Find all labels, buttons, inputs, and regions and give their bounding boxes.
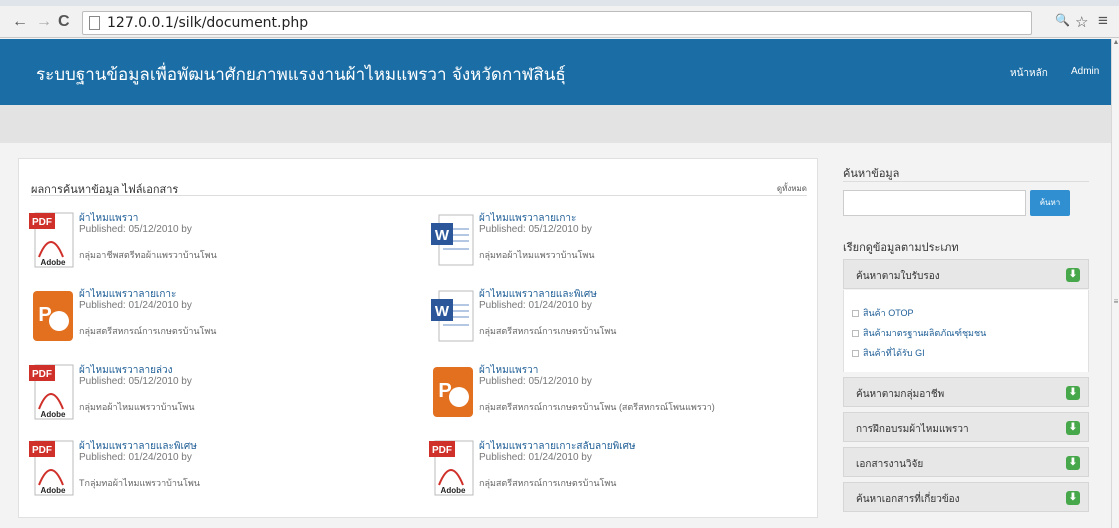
- word-doc-icon: W: [429, 211, 477, 269]
- category-link-gi[interactable]: สินค้าที่ได้รับ GI: [852, 346, 925, 360]
- category-label: สินค้ามาตรฐานผลิตภัณฑ์ชุมชน: [863, 328, 987, 338]
- document-group: กลุ่มทอผ้าไหมแพรวาบ้านโพน: [79, 402, 195, 412]
- reload-button[interactable]: C: [58, 14, 70, 30]
- nav-admin-link[interactable]: Admin: [1071, 66, 1099, 77]
- svg-text:Adobe: Adobe: [41, 486, 66, 495]
- document-item: PDF Adobe ผ้าไหมแพรวาลายล่วง Published: …: [29, 363, 419, 429]
- accordion-research[interactable]: เอกสารงานวิจัย ⬇: [843, 447, 1089, 477]
- svg-text:PDF: PDF: [32, 445, 52, 456]
- pdf-icon: PDF Adobe: [429, 439, 477, 497]
- powerpoint-icon: P: [29, 287, 77, 345]
- results-panel: ผลการค้นหาข้อมูล ไฟล์เอกสาร ดูทั้งหมด PD…: [18, 158, 818, 518]
- svg-text:PDF: PDF: [32, 217, 52, 228]
- document-meta: Published: 01/24/2010 by: [79, 452, 192, 463]
- document-item: PDF Adobe ผ้าไหมแพรวาลายและพิเศษ Publish…: [29, 439, 419, 505]
- category-link-otop[interactable]: สินค้า OTOP: [852, 306, 914, 320]
- pdf-icon: PDF Adobe: [29, 439, 77, 497]
- svg-text:Adobe: Adobe: [441, 486, 466, 495]
- scroll-up-arrow-icon[interactable]: ▲: [1112, 39, 1119, 49]
- document-group: กลุ่มสตรีสหกรณ์การเกษตรบ้านโพน (สตรีสหกร…: [479, 402, 715, 412]
- accordion-label: ค้นหาเอกสารที่เกี่ยวข้อง: [856, 494, 960, 505]
- bookmark-star-icon[interactable]: ☆: [1075, 13, 1088, 31]
- svg-text:P: P: [438, 380, 451, 402]
- document-meta: Published: 05/12/2010 by: [479, 376, 592, 387]
- document-item: PDF Adobe ผ้าไหมแพรวาลายเกาะสลับลายพิเศษ…: [429, 439, 819, 505]
- site-header: ระบบฐานข้อมูลเพื่อพัฒนาศักยภาพแรงงานผ้าไ…: [0, 39, 1111, 105]
- document-group: Tกลุ่มทอผ้าไหมแพรวาบ้านโพน: [79, 478, 200, 488]
- document-meta: Published: 01/24/2010 by: [479, 452, 592, 463]
- svg-text:W: W: [435, 303, 450, 320]
- accordion-label: เอกสารงานวิจัย: [856, 459, 924, 470]
- document-item: PDF Adobe ผ้าไหมแพรวา Published: 05/12/2…: [29, 211, 419, 277]
- back-button[interactable]: ←: [12, 14, 28, 30]
- svg-text:W: W: [435, 227, 450, 244]
- document-item: P ผ้าไหมแพรวา Published: 05/12/2010 by ก…: [429, 363, 819, 429]
- pdf-icon: PDF Adobe: [29, 211, 77, 269]
- see-all-link[interactable]: ดูทั้งหมด: [777, 182, 807, 195]
- document-meta: Published: 05/12/2010 by: [479, 224, 592, 235]
- svg-text:Adobe: Adobe: [41, 410, 66, 419]
- address-url: 127.0.0.1/silk/document.php: [107, 15, 309, 31]
- powerpoint-icon: P: [429, 363, 477, 421]
- search-input[interactable]: [843, 190, 1026, 216]
- document-item: W ผ้าไหมแพรวาลายและพิเศษ Published: 01/2…: [429, 287, 819, 353]
- accordion-label: ค้นหาตามใบรับรอง: [856, 271, 940, 282]
- document-item: W ผ้าไหมแพรวาลายเกาะ Published: 05/12/20…: [429, 211, 819, 277]
- document-group: กลุ่มสตรีสหกรณ์การเกษตรบ้านโพน: [79, 326, 217, 336]
- document-meta: Published: 05/12/2010 by: [79, 376, 192, 387]
- expand-arrow-icon[interactable]: ⬇: [1066, 491, 1080, 505]
- browser-toolbar: ← → C 127.0.0.1/silk/document.php 🔍 ☆ ≡: [0, 0, 1119, 38]
- divider: [843, 181, 1089, 182]
- document-group: กลุ่มสตรีสหกรณ์การเกษตรบ้านโพน: [479, 478, 617, 488]
- accordion-body: สินค้า OTOP สินค้ามาตรฐานผลิตภัณฑ์ชุมชน …: [843, 290, 1089, 372]
- category-link-community-standard[interactable]: สินค้ามาตรฐานผลิตภัณฑ์ชุมชน: [852, 326, 986, 340]
- bullet-icon: [852, 330, 859, 338]
- pdf-icon: PDF Adobe: [29, 363, 77, 421]
- page-icon: [89, 16, 100, 30]
- expand-arrow-icon[interactable]: ⬇: [1066, 456, 1080, 470]
- accordion-training[interactable]: การฝึกอบรมผ้าไหมแพรวา ⬇: [843, 412, 1089, 442]
- accordion-label: การฝึกอบรมผ้าไหมแพรวา: [856, 424, 969, 435]
- site-title: ระบบฐานข้อมูลเพื่อพัฒนาศักยภาพแรงงานผ้าไ…: [36, 65, 566, 85]
- address-bar[interactable]: 127.0.0.1/silk/document.php: [82, 11, 1032, 35]
- expand-arrow-icon[interactable]: ⬇: [1066, 268, 1080, 282]
- svg-text:Adobe: Adobe: [41, 258, 66, 267]
- browser-menu-icon[interactable]: ≡: [1098, 11, 1108, 31]
- word-doc-icon: W: [429, 287, 477, 345]
- search-button[interactable]: ค้นหา: [1030, 190, 1070, 216]
- page-scrollbar[interactable]: ▲ ≡: [1111, 39, 1119, 528]
- category-label: สินค้า OTOP: [863, 308, 914, 318]
- document-group: กลุ่มสตรีสหกรณ์การเกษตรบ้านโพน: [479, 326, 617, 336]
- accordion-occupation-group[interactable]: ค้นหาตามกลุ่มอาชีพ ⬇: [843, 377, 1089, 407]
- bullet-icon: [852, 350, 859, 358]
- document-meta: Published: 01/24/2010 by: [479, 300, 592, 311]
- svg-text:P: P: [38, 304, 51, 326]
- svg-text:PDF: PDF: [432, 445, 452, 456]
- expand-arrow-icon[interactable]: ⬇: [1066, 386, 1080, 400]
- accordion-certification[interactable]: ค้นหาตามใบรับรอง ⬇: [843, 259, 1089, 289]
- document-meta: Published: 01/24/2010 by: [79, 300, 192, 311]
- sub-bar: [0, 105, 1111, 143]
- forward-button[interactable]: →: [36, 14, 52, 30]
- bullet-icon: [852, 310, 859, 318]
- browser-tab-strip: [0, 0, 1119, 6]
- document-group: กลุ่มทอผ้าไหมแพรวาบ้านโพน: [479, 250, 595, 260]
- category-label: สินค้าที่ได้รับ GI: [863, 348, 925, 358]
- document-meta: Published: 05/12/2010 by: [79, 224, 192, 235]
- divider: [31, 195, 807, 196]
- browse-heading: เรียกดูข้อมูลตามประเภท: [843, 242, 959, 254]
- search-heading: ค้นหาข้อมูล: [843, 168, 900, 180]
- svg-text:PDF: PDF: [32, 369, 52, 380]
- expand-arrow-icon[interactable]: ⬇: [1066, 421, 1080, 435]
- accordion-related-documents[interactable]: ค้นหาเอกสารที่เกี่ยวข้อง ⬇: [843, 482, 1089, 512]
- document-item: P ผ้าไหมแพรวาลายเกาะ Published: 01/24/20…: [29, 287, 419, 353]
- nav-home-link[interactable]: หน้าหลัก: [1010, 66, 1048, 81]
- scroll-grip-icon[interactable]: ≡: [1112, 297, 1119, 307]
- document-group: กลุ่มอาชีพสตรีทอผ้าแพรวาบ้านโพน: [79, 250, 217, 260]
- zoom-icon[interactable]: 🔍: [1055, 13, 1070, 27]
- accordion-label: ค้นหาตามกลุ่มอาชีพ: [856, 389, 945, 400]
